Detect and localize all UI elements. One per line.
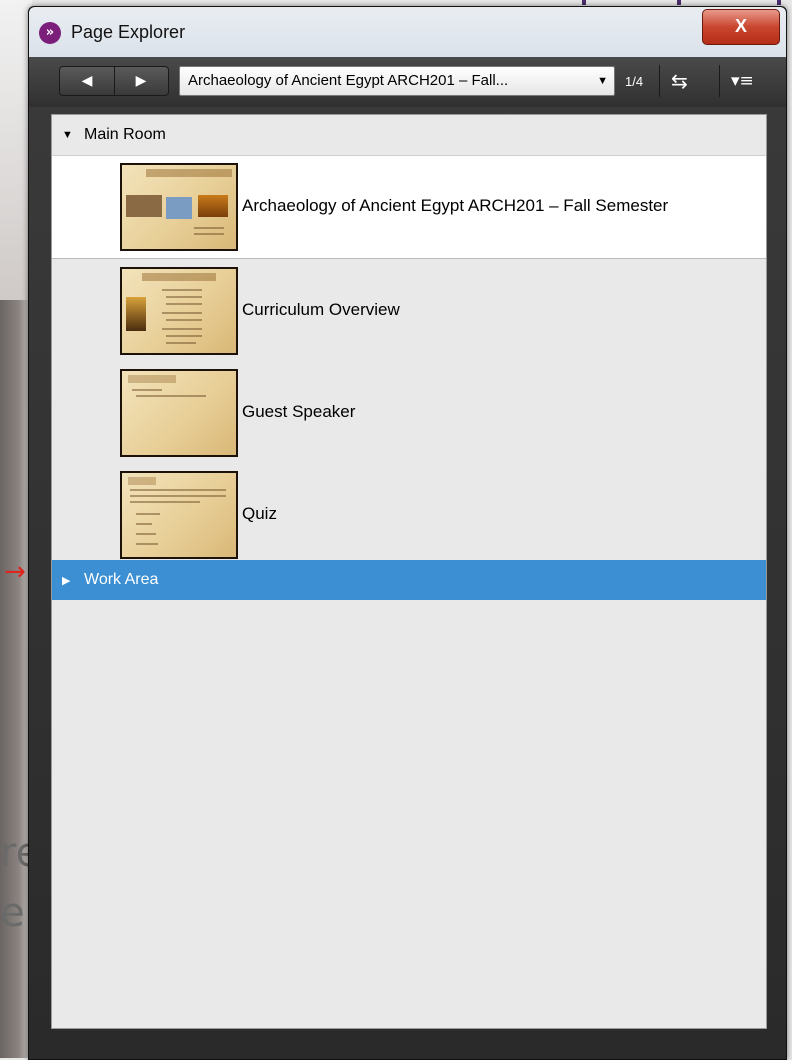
- chevron-down-icon: ▼: [597, 75, 608, 87]
- main-room-label: Main Room: [84, 126, 166, 143]
- tree-node-work-area[interactable]: ▶ Work Area: [52, 560, 766, 600]
- toolbar-divider: [719, 65, 720, 97]
- title-bar[interactable]: » Page Explorer X: [29, 7, 786, 57]
- page-thumbnail: [120, 267, 238, 355]
- window-title: Page Explorer: [71, 22, 186, 42]
- page-item-label: Curriculum Overview: [242, 300, 400, 319]
- page-item-label: Archaeology of Ancient Egypt ARCH201 – F…: [242, 196, 669, 215]
- page-thumbnail: [120, 369, 238, 457]
- page-navigation: ◀ ▶: [59, 66, 169, 96]
- expand-triangle-icon[interactable]: ▶: [62, 574, 76, 587]
- page-tree-panel: ▼ Main Room Archaeology of Ancient Egypt…: [51, 114, 767, 1029]
- tree-node-main-room[interactable]: ▼ Main Room: [52, 115, 766, 156]
- toolbar: ◀ ▶ Archaeology of Ancient Egypt ARCH201…: [29, 57, 786, 107]
- page-counter: 1/4: [625, 74, 644, 89]
- swap-arrows-icon[interactable]: ⇆: [671, 69, 688, 93]
- page-thumbnail: [120, 163, 238, 251]
- page-item[interactable]: Archaeology of Ancient Egypt ARCH201 – F…: [52, 156, 766, 259]
- selected-page-label: Archaeology of Ancient Egypt ARCH201 – F…: [188, 72, 509, 89]
- app-icon: »: [39, 22, 61, 44]
- page-item[interactable]: Guest Speaker: [52, 362, 766, 464]
- expand-triangle-icon[interactable]: ▼: [62, 129, 76, 141]
- toolbar-divider: [659, 65, 660, 97]
- page-explorer-window: » Page Explorer X ◀ ▶ Archaeology of Anc…: [28, 6, 787, 1060]
- page-item[interactable]: Quiz: [52, 464, 766, 566]
- page-item[interactable]: Curriculum Overview: [52, 260, 766, 362]
- close-button[interactable]: X: [702, 9, 780, 45]
- annotation-arrow: →: [4, 557, 26, 587]
- page-thumbnail: [120, 471, 238, 559]
- options-menu-icon[interactable]: ▾≡: [731, 71, 754, 91]
- work-area-label: Work Area: [84, 571, 159, 588]
- page-select-dropdown[interactable]: Archaeology of Ancient Egypt ARCH201 – F…: [179, 66, 615, 96]
- next-page-button[interactable]: ▶: [114, 67, 168, 95]
- previous-page-button[interactable]: ◀: [60, 67, 115, 95]
- page-item-label: Guest Speaker: [242, 402, 356, 421]
- page-item-label: Quiz: [242, 504, 277, 523]
